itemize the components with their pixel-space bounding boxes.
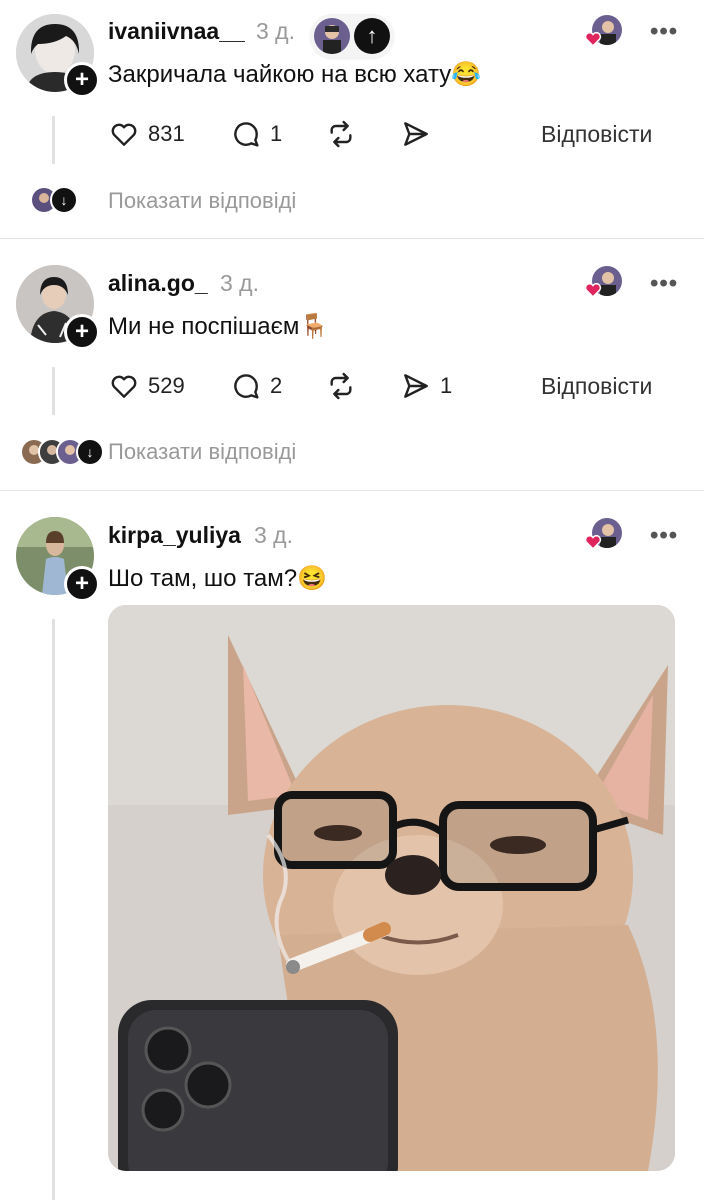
comment-icon: [234, 122, 259, 147]
heart-icon: [111, 123, 137, 146]
heart-icon: [584, 32, 602, 47]
thread-line: [52, 116, 55, 164]
plus-icon: +: [74, 570, 89, 597]
like-button[interactable]: 831: [108, 118, 185, 150]
username[interactable]: kirpa_yuliya: [108, 522, 241, 549]
more-options-button[interactable]: •••: [650, 522, 678, 550]
chevron-down-icon: ↓: [76, 438, 104, 466]
repost-button[interactable]: [325, 118, 357, 150]
follow-button[interactable]: +: [64, 62, 100, 98]
username[interactable]: alina.go_: [108, 270, 208, 297]
dog-photo: [108, 605, 675, 1171]
post-2: + alina.go_ 3 д. ••• Ми не поспішаєм🪑 52…: [0, 239, 704, 491]
share-button[interactable]: 1: [400, 370, 452, 402]
heart-icon: [111, 375, 137, 398]
share-button[interactable]: [400, 118, 432, 150]
like-button[interactable]: 529: [108, 370, 185, 402]
share-count: 1: [440, 373, 453, 398]
plus-icon: +: [74, 318, 89, 345]
username[interactable]: ivaniivnaa__: [108, 18, 245, 45]
follow-button[interactable]: +: [64, 566, 100, 602]
reply-button[interactable]: Відповісти: [541, 373, 652, 400]
post-image[interactable]: [108, 605, 675, 1171]
more-options-button[interactable]: •••: [650, 270, 678, 298]
post-text: Шо там, шо там?😆: [108, 565, 327, 592]
like-count: 831: [148, 121, 185, 146]
follow-button[interactable]: +: [64, 314, 100, 350]
timestamp: 3 д.: [254, 522, 293, 548]
reply-avatars: ↓: [20, 438, 104, 466]
comment-count: 2: [270, 373, 283, 398]
thread-line: [52, 619, 55, 1200]
send-icon: [404, 374, 428, 398]
chevron-down-icon: ↓: [50, 186, 78, 214]
post-1: + ivaniivnaa__ 3 д. ••• Закричала чайкою…: [0, 0, 704, 238]
timestamp: 3 д.: [220, 270, 259, 296]
plus-icon: +: [74, 66, 89, 93]
repost-icon: [330, 372, 352, 400]
more-options-button[interactable]: •••: [650, 18, 678, 46]
heart-icon: [584, 283, 602, 298]
post-text: Ми не поспішаєм🪑: [108, 313, 330, 340]
show-replies-link[interactable]: Показати відповіді: [108, 188, 296, 214]
repost-button[interactable]: [325, 370, 357, 402]
comment-count: 1: [270, 121, 283, 146]
heart-icon: [584, 535, 602, 550]
like-count: 529: [148, 373, 185, 398]
comment-icon: [234, 374, 259, 399]
timestamp: 3 д.: [256, 18, 295, 44]
show-replies-link[interactable]: Показати відповіді: [108, 439, 296, 465]
comment-button[interactable]: 1: [230, 118, 282, 150]
repost-icon: [330, 120, 352, 148]
thread-line: [52, 367, 55, 415]
send-icon: [404, 122, 428, 146]
comment-button[interactable]: 2: [230, 370, 282, 402]
reply-button[interactable]: Відповісти: [541, 121, 652, 148]
post-text: Закричала чайкою на всю хату😂: [108, 61, 482, 88]
reply-avatars: ↓: [30, 186, 78, 214]
